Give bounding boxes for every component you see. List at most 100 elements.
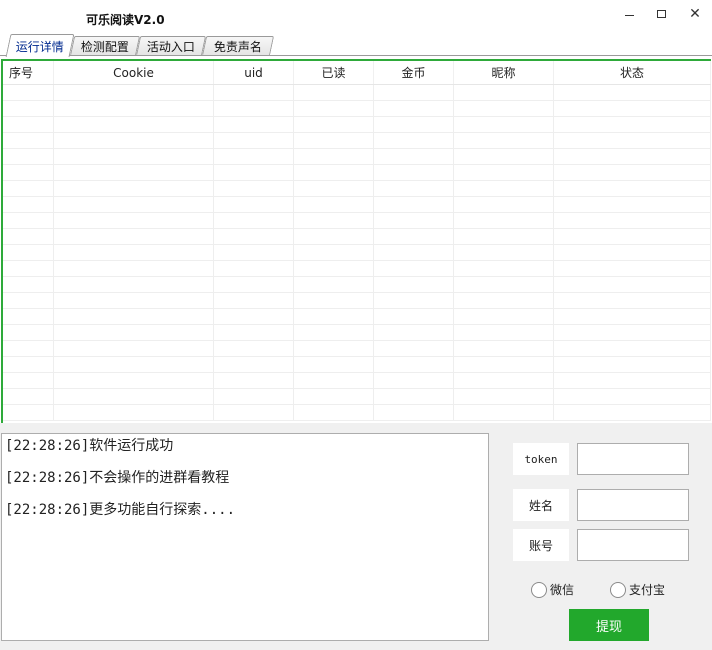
table-cell bbox=[214, 213, 294, 228]
maximize-icon[interactable] bbox=[646, 4, 676, 24]
column-header-index[interactable]: 序号 bbox=[3, 61, 54, 84]
table-row[interactable] bbox=[3, 341, 711, 357]
table-cell bbox=[294, 117, 374, 132]
table-cell bbox=[454, 357, 554, 372]
close-icon[interactable]: ✕ bbox=[680, 4, 710, 24]
table-row[interactable] bbox=[3, 165, 711, 181]
table-cell bbox=[214, 149, 294, 164]
table-row[interactable] bbox=[3, 293, 711, 309]
table-cell bbox=[54, 325, 214, 340]
table-cell bbox=[374, 405, 454, 420]
radio-wechat-label: 微信 bbox=[550, 583, 575, 597]
column-header-coins[interactable]: 金币 bbox=[374, 61, 454, 84]
withdraw-button[interactable]: 提现 bbox=[569, 609, 649, 641]
column-header-read[interactable]: 已读 bbox=[294, 61, 374, 84]
table-cell bbox=[214, 165, 294, 180]
table-row[interactable] bbox=[3, 309, 711, 325]
accounts-table[interactable]: 序号 Cookie uid 已读 金币 昵称 状态 bbox=[1, 59, 711, 423]
table-cell bbox=[454, 117, 554, 132]
table-row[interactable] bbox=[3, 85, 711, 101]
table-row[interactable] bbox=[3, 245, 711, 261]
column-header-status[interactable]: 状态 bbox=[554, 61, 711, 84]
table-cell bbox=[54, 133, 214, 148]
table-cell bbox=[214, 325, 294, 340]
table-cell bbox=[554, 325, 711, 340]
column-header-cookie[interactable]: Cookie bbox=[54, 61, 214, 84]
table-cell bbox=[374, 213, 454, 228]
table-body bbox=[3, 85, 711, 423]
table-cell bbox=[374, 229, 454, 244]
tab-activity-entry[interactable]: 活动入口 bbox=[135, 36, 207, 56]
radio-alipay[interactable]: 支付宝 bbox=[610, 581, 665, 598]
table-row[interactable] bbox=[3, 405, 711, 421]
table-cell bbox=[454, 245, 554, 260]
table-cell bbox=[214, 357, 294, 372]
table-row[interactable] bbox=[3, 197, 711, 213]
table-cell bbox=[214, 309, 294, 324]
radio-circle-icon[interactable] bbox=[531, 581, 547, 598]
table-cell bbox=[454, 229, 554, 244]
table-row[interactable] bbox=[3, 357, 711, 373]
table-cell bbox=[554, 197, 711, 212]
table-cell bbox=[554, 261, 711, 276]
table-cell bbox=[54, 373, 214, 388]
log-output[interactable]: [22:28:26]软件运行成功 [22:28:26]不会操作的进群看教程 [2… bbox=[1, 433, 489, 641]
table-cell bbox=[554, 165, 711, 180]
table-row[interactable] bbox=[3, 213, 711, 229]
table-cell bbox=[294, 309, 374, 324]
table-cell bbox=[454, 133, 554, 148]
tab-detect-config[interactable]: 检测配置 bbox=[69, 36, 141, 56]
table-cell bbox=[454, 85, 554, 100]
table-row[interactable] bbox=[3, 181, 711, 197]
table-cell bbox=[54, 357, 214, 372]
table-row[interactable] bbox=[3, 229, 711, 245]
table-cell bbox=[294, 197, 374, 212]
table-cell bbox=[214, 181, 294, 196]
tab-disclaimer[interactable]: 免责声名 bbox=[201, 36, 275, 56]
table-cell bbox=[3, 405, 54, 420]
table-cell bbox=[554, 373, 711, 388]
table-row[interactable] bbox=[3, 373, 711, 389]
token-input[interactable] bbox=[577, 443, 689, 475]
table-cell bbox=[214, 389, 294, 404]
table-cell bbox=[374, 85, 454, 100]
radio-alipay-label: 支付宝 bbox=[629, 583, 666, 597]
table-cell bbox=[54, 165, 214, 180]
table-row[interactable] bbox=[3, 117, 711, 133]
column-header-uid[interactable]: uid bbox=[214, 61, 294, 84]
table-row[interactable] bbox=[3, 133, 711, 149]
table-cell bbox=[3, 165, 54, 180]
column-header-nickname[interactable]: 昵称 bbox=[454, 61, 554, 84]
table-cell bbox=[374, 325, 454, 340]
table-cell bbox=[454, 165, 554, 180]
table-cell bbox=[54, 85, 214, 100]
table-cell bbox=[554, 277, 711, 292]
table-cell bbox=[214, 261, 294, 276]
table-row[interactable] bbox=[3, 325, 711, 341]
table-row[interactable] bbox=[3, 149, 711, 165]
tab-run-details[interactable]: 运行详情 bbox=[5, 34, 75, 57]
table-cell bbox=[3, 197, 54, 212]
table-row[interactable] bbox=[3, 261, 711, 277]
table-cell bbox=[374, 165, 454, 180]
table-row[interactable] bbox=[3, 277, 711, 293]
table-cell bbox=[3, 341, 54, 356]
table-cell bbox=[54, 117, 214, 132]
table-cell bbox=[214, 277, 294, 292]
name-input[interactable] bbox=[577, 489, 689, 521]
minimize-icon[interactable] bbox=[614, 4, 644, 24]
table-row[interactable] bbox=[3, 101, 711, 117]
table-header: 序号 Cookie uid 已读 金币 昵称 状态 bbox=[3, 61, 711, 85]
table-cell bbox=[294, 229, 374, 244]
table-cell bbox=[454, 325, 554, 340]
table-cell bbox=[3, 373, 54, 388]
account-input[interactable] bbox=[577, 529, 689, 561]
table-cell bbox=[554, 229, 711, 244]
table-cell bbox=[294, 213, 374, 228]
table-cell bbox=[554, 405, 711, 420]
table-cell bbox=[54, 101, 214, 116]
table-row[interactable] bbox=[3, 389, 711, 405]
radio-circle-icon[interactable] bbox=[610, 581, 626, 598]
radio-wechat[interactable]: 微信 bbox=[531, 581, 574, 598]
table-cell bbox=[554, 85, 711, 100]
